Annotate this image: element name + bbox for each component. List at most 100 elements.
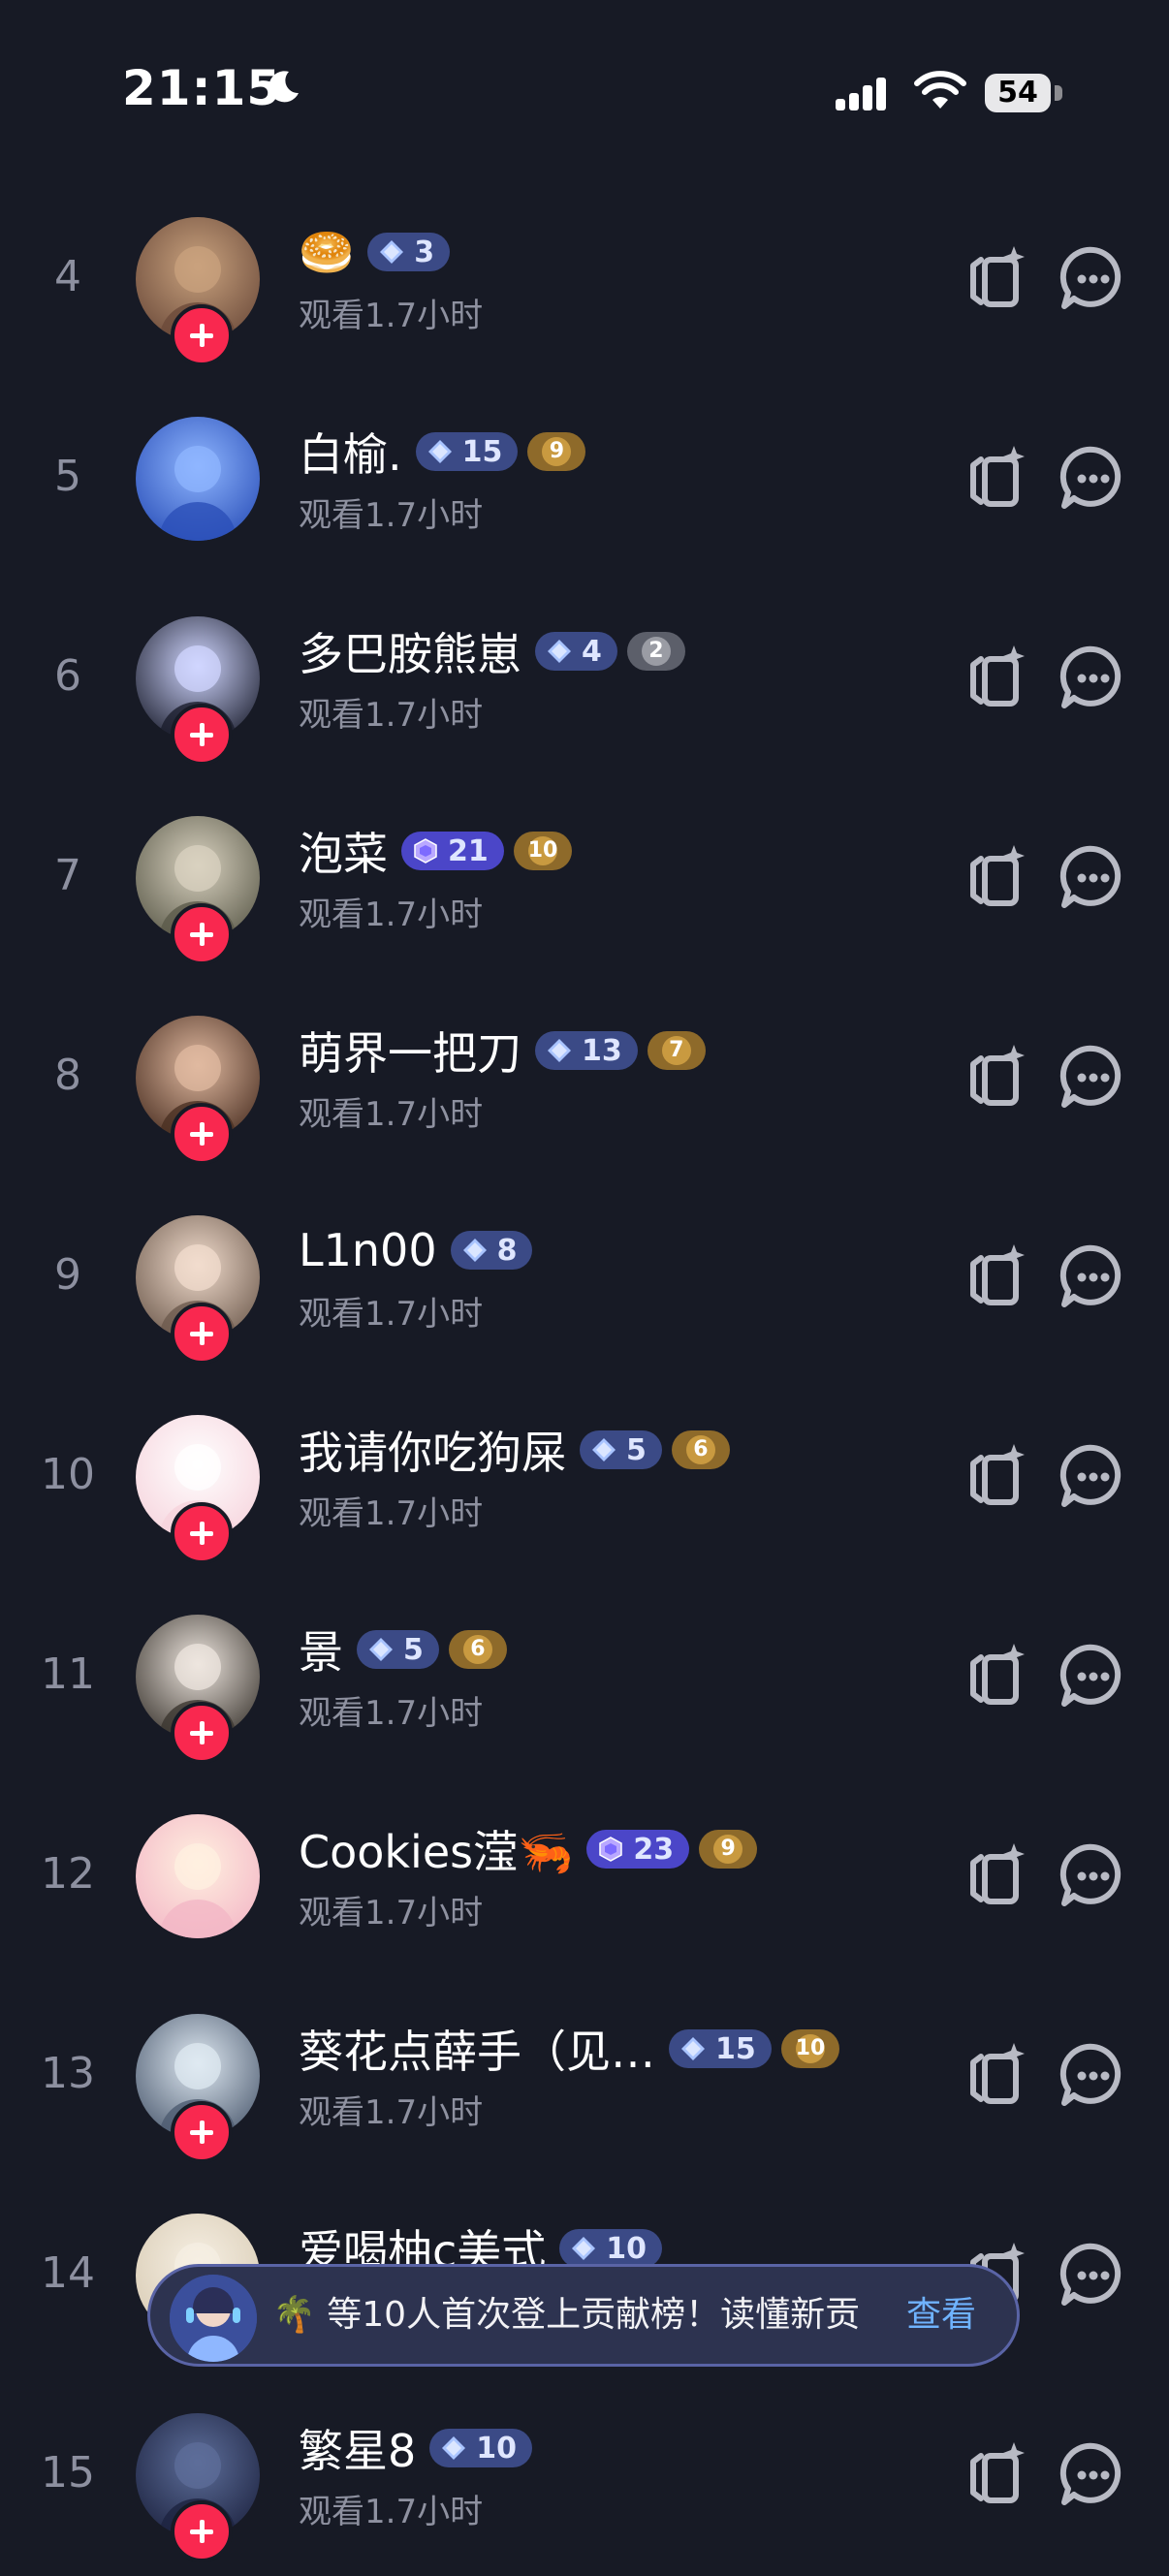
ranking-row[interactable]: 4 🥯 3 观看1.7小时	[0, 180, 1169, 380]
message-bubble-icon[interactable]	[1057, 1839, 1130, 1913]
fan-level-value: 10	[795, 2034, 825, 2063]
rank-number: 8	[54, 1051, 81, 1100]
rank-number: 13	[41, 2049, 95, 2098]
ranking-row[interactable]: 11 景 5 6 观看1.7小时	[0, 1578, 1169, 1777]
name-line: 景 5 6	[299, 1618, 507, 1681]
follow-plus-button[interactable]	[171, 2500, 233, 2562]
name-line: 多巴胺熊崽 4 2	[299, 620, 685, 682]
ranking-row[interactable]: 7 泡菜 21 10 观看1.7小时	[0, 779, 1169, 979]
username[interactable]: 白榆.	[299, 420, 402, 484]
share-sparkle-icon[interactable]	[960, 1440, 1033, 1514]
ranking-row[interactable]: 15 繁星8 10 观看1.7小时	[0, 2376, 1169, 2576]
message-bubble-icon[interactable]	[1057, 642, 1130, 715]
watch-duration: 观看1.7小时	[299, 1095, 484, 1134]
level-value: 10	[476, 2431, 518, 2466]
share-sparkle-icon[interactable]	[960, 642, 1033, 715]
level-value: 3	[414, 235, 435, 269]
share-sparkle-icon[interactable]	[960, 442, 1033, 516]
ranking-row[interactable]: 13 葵花点薛手（见… 15 10 观看1.7小时	[0, 1977, 1169, 2177]
message-bubble-icon[interactable]	[1057, 1241, 1130, 1314]
ranking-row[interactable]: 10 我请你吃狗屎 5 6 观看1.7小时	[0, 1378, 1169, 1578]
share-sparkle-icon[interactable]	[960, 2438, 1033, 2512]
follow-plus-button[interactable]	[171, 1103, 233, 1165]
share-sparkle-icon[interactable]	[960, 1839, 1033, 1913]
level-badge: 5	[357, 1630, 439, 1669]
watch-duration: 观看1.7小时	[299, 1295, 484, 1334]
message-bubble-icon[interactable]	[1057, 2039, 1130, 2113]
ranking-row[interactable]: 6 多巴胺熊崽 4 2 观看1.7小时	[0, 580, 1169, 779]
username[interactable]: 萌界一把刀	[299, 1019, 521, 1083]
share-sparkle-icon[interactable]	[960, 841, 1033, 915]
fan-heart-badge: 10	[780, 2029, 839, 2068]
fan-level-value: 9	[542, 437, 572, 466]
message-bubble-icon[interactable]	[1057, 1640, 1130, 1713]
contribution-toast[interactable]: 🌴 等10人首次登上贡献榜！读懂新贡 查看	[147, 2264, 1020, 2367]
message-bubble-icon[interactable]	[1057, 1041, 1130, 1115]
username[interactable]: 葵花点薛手（见…	[299, 2017, 655, 2081]
message-bubble-icon[interactable]	[1057, 841, 1130, 915]
rank-number: 14	[41, 2248, 95, 2298]
diamond-gem-icon	[572, 2237, 596, 2260]
follow-plus-button[interactable]	[171, 304, 233, 366]
message-bubble-icon[interactable]	[1057, 2438, 1130, 2512]
watch-duration: 观看1.7小时	[299, 2093, 484, 2132]
toast-view-link[interactable]: 查看	[906, 2267, 976, 2364]
ranking-row[interactable]: 8 萌界一把刀 13 7 观看1.7小时	[0, 979, 1169, 1178]
share-sparkle-icon[interactable]	[960, 242, 1033, 316]
diamond-gem-icon	[592, 1438, 616, 1461]
watch-duration: 观看1.7小时	[299, 696, 484, 735]
username[interactable]: 景	[299, 1618, 343, 1681]
toast-text: 🌴 等10人首次登上贡献榜！读懂新贡	[272, 2295, 861, 2335]
name-line: 泡菜 21 10	[299, 820, 572, 882]
status-bar: 21:15 54	[0, 0, 1169, 145]
follow-plus-button[interactable]	[171, 1502, 233, 1564]
fan-heart-badge: 7	[647, 1031, 706, 1070]
level-value: 15	[715, 2031, 756, 2066]
message-bubble-icon[interactable]	[1057, 2239, 1130, 2312]
ranking-row[interactable]: 12 Cookies滢🦐 23 9 观看1.7小时	[0, 1777, 1169, 1977]
watch-duration: 观看1.7小时	[299, 496, 484, 535]
fan-level-value: 6	[462, 1635, 492, 1664]
share-sparkle-icon[interactable]	[960, 1640, 1033, 1713]
follow-plus-button[interactable]	[171, 2101, 233, 2163]
fan-heart-badge: 2	[626, 632, 685, 671]
username[interactable]: 多巴胺熊崽	[299, 619, 521, 683]
username[interactable]: L1n00	[299, 1224, 437, 1276]
rank-number: 12	[41, 1849, 95, 1899]
share-sparkle-icon[interactable]	[960, 2039, 1033, 2113]
ranking-row[interactable]: 9 L1n00 8 观看1.7小时	[0, 1178, 1169, 1378]
level-value: 21	[448, 833, 489, 868]
share-sparkle-icon[interactable]	[960, 1041, 1033, 1115]
follow-plus-button[interactable]	[171, 1303, 233, 1365]
follow-plus-button[interactable]	[171, 903, 233, 965]
fan-heart-badge: 9	[699, 1830, 758, 1869]
level-value: 10	[606, 2231, 648, 2266]
watch-duration: 观看1.7小时	[299, 1494, 484, 1533]
username[interactable]: 🥯	[299, 226, 354, 279]
level-badge: 23	[586, 1830, 690, 1869]
fan-heart-badge: 10	[513, 832, 572, 870]
rank-number: 10	[41, 1450, 95, 1499]
follow-plus-button[interactable]	[171, 1702, 233, 1764]
battery-level: 54	[997, 76, 1038, 110]
username[interactable]: 繁星8	[299, 2416, 416, 2480]
name-line: 白榆. 15 9	[299, 420, 586, 484]
watch-duration: 观看1.7小时	[299, 1694, 484, 1733]
follow-plus-button[interactable]	[171, 704, 233, 766]
username[interactable]: Cookies滢🦐	[299, 1817, 573, 1881]
username[interactable]: 我请你吃狗屎	[299, 1418, 566, 1482]
share-sparkle-icon[interactable]	[960, 1241, 1033, 1314]
message-bubble-icon[interactable]	[1057, 242, 1130, 316]
level-badge: 13	[535, 1031, 638, 1070]
watch-duration: 观看1.7小时	[299, 1894, 484, 1932]
message-bubble-icon[interactable]	[1057, 442, 1130, 516]
avatar[interactable]	[136, 1814, 260, 1938]
avatar[interactable]	[136, 417, 260, 541]
message-bubble-icon[interactable]	[1057, 1440, 1130, 1514]
diamond-gem-icon	[462, 1239, 487, 1262]
ranking-row[interactable]: 5 白榆. 15 9 观看1.7小时	[0, 380, 1169, 580]
rank-number: 4	[54, 252, 81, 301]
rank-number: 6	[54, 651, 81, 701]
username[interactable]: 泡菜	[299, 819, 388, 883]
diamond-gem-icon	[369, 1638, 393, 1661]
